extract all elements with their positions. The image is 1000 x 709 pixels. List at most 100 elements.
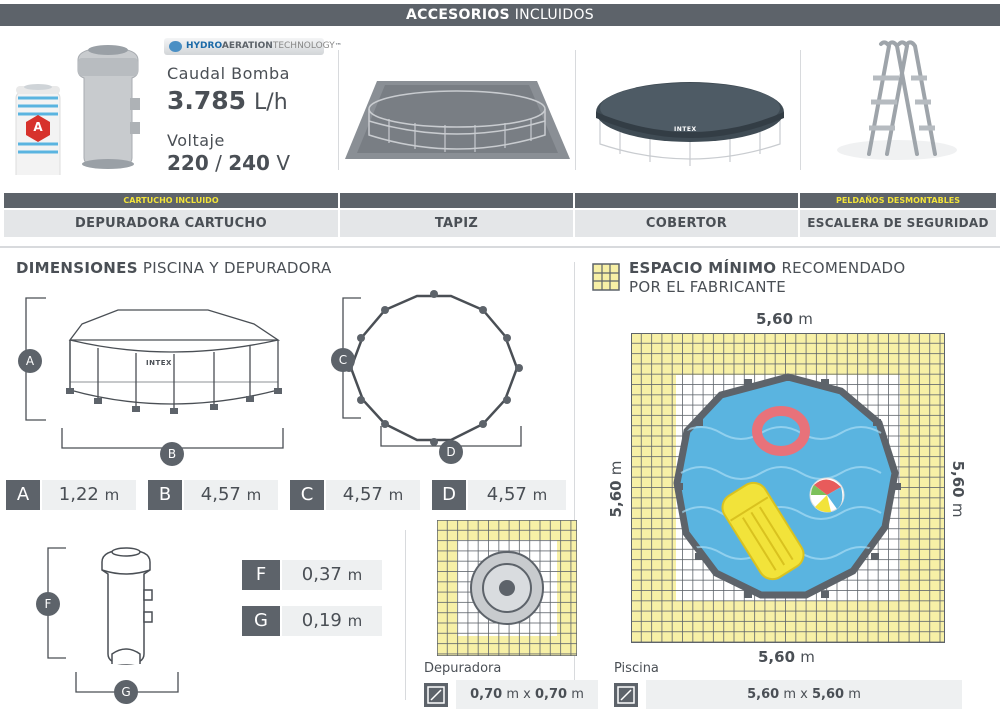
- flow-label: Caudal Bomba: [167, 64, 290, 83]
- logo-tm: ™: [334, 42, 342, 50]
- size-number: 5,60: [747, 687, 780, 702]
- dim-unit: m: [800, 648, 815, 666]
- dim-number: 0,19: [301, 610, 342, 631]
- ground-cloth-image: [345, 81, 570, 159]
- dim-letter: B: [148, 480, 182, 510]
- dim-number: 4,57: [200, 484, 241, 505]
- space-top-dimension: 5,60 m: [756, 310, 813, 328]
- accessory-name: DEPURADORA CARTUCHO: [4, 210, 338, 237]
- caption-strip: [340, 193, 573, 208]
- dim-letter: G: [242, 606, 280, 636]
- grid-icon: [592, 263, 620, 291]
- dim-unit: m: [246, 486, 262, 504]
- dim-letter: C: [290, 480, 324, 510]
- flow-value-line: 3.785 L/h: [167, 86, 288, 115]
- size-unit: m: [848, 687, 861, 702]
- accessory-name: ESCALERA DE SEGURIDAD: [800, 210, 996, 237]
- voltage-line: 220 / 240 V: [167, 151, 290, 175]
- pool-space-size: 5,60 m x 5,60 m: [646, 680, 962, 709]
- dim-number: 5,60: [607, 480, 625, 518]
- recommended-space-grid: [631, 333, 945, 643]
- pool-top-view: [342, 290, 523, 447]
- cartridge-letter: A: [33, 120, 43, 134]
- pump-space-grid: [437, 520, 577, 656]
- dim-unit: m: [798, 310, 813, 328]
- dim-number: 4,57: [486, 484, 527, 505]
- dim-value-f: 0,37 m: [282, 560, 382, 590]
- voltage-a: 220: [167, 151, 209, 175]
- pump-body-image: [77, 45, 140, 169]
- dim-unit: m: [347, 566, 363, 584]
- size-number: 5,60: [811, 687, 845, 702]
- size-times: x: [800, 687, 808, 702]
- dim-value-g: 0,19 m: [282, 606, 382, 636]
- size-unit: m: [571, 687, 584, 702]
- divider: [338, 50, 339, 170]
- pool-brand: INTEX: [146, 359, 172, 367]
- label-g: G: [114, 680, 138, 704]
- dim-unit: m: [347, 612, 363, 630]
- voltage-unit: V: [276, 151, 291, 175]
- pump-dimension-view: [47, 547, 179, 693]
- caption-strip: PELDAÑOS DESMONTABLES: [800, 193, 996, 208]
- dim-number: 0,37: [301, 564, 342, 585]
- accessory-name: COBERTOR: [575, 210, 798, 237]
- label-d: D: [439, 440, 463, 464]
- size-unit: m: [783, 687, 796, 702]
- space-right-dimension: 5,60 m: [949, 449, 967, 529]
- accessory-name: TAPIZ: [340, 210, 573, 237]
- section-divider: [0, 246, 1000, 248]
- size-number: 0,70: [534, 687, 568, 702]
- dim-letter: D: [432, 480, 466, 510]
- dim-number: 4,57: [342, 484, 383, 505]
- logo-word3: TECHNOLOGY: [272, 41, 335, 51]
- dim-number: 5,60: [756, 310, 794, 328]
- caption-strip: CARTUCHO INCLUIDO: [4, 193, 338, 208]
- resize-icon: [424, 683, 448, 707]
- label-b: B: [160, 442, 184, 466]
- space-bottom-dimension: 5,60 m: [758, 648, 815, 666]
- dim-value-a: 1,22 m: [42, 480, 136, 510]
- label-f: F: [36, 592, 60, 616]
- dimensions-title: DIMENSIONES PISCINA Y DEPURADORA: [16, 259, 332, 277]
- dim-number: 5,60: [949, 460, 967, 498]
- dimensions-title-rest: PISCINA Y DEPURADORA: [142, 259, 332, 277]
- dim-unit: m: [104, 486, 120, 504]
- logo-word2: AERATION: [221, 41, 273, 51]
- dim-unit: m: [607, 460, 625, 476]
- label-c: C: [331, 348, 355, 372]
- size-number: 0,70: [470, 687, 503, 702]
- size-unit: m: [506, 687, 519, 702]
- cover-brand: INTEX: [674, 126, 697, 133]
- banner-bold: ACCESORIOS: [406, 7, 510, 23]
- space-title: ESPACIO MÍNIMO RECOMENDADO POR EL FABRIC…: [629, 259, 905, 297]
- pool-space-label: Piscina: [614, 661, 659, 676]
- flow-value: 3.785: [167, 86, 247, 115]
- flow-unit: L/h: [254, 90, 288, 115]
- dim-unit: m: [949, 502, 967, 518]
- space-title-rest1: RECOMENDADO: [781, 259, 906, 277]
- label-a: A: [18, 349, 42, 373]
- accessories-banner: ACCESORIOS INCLUIDOS: [0, 4, 1000, 26]
- dim-unit: m: [388, 486, 404, 504]
- divider: [575, 50, 576, 170]
- caption-strip: [575, 193, 798, 208]
- banner-rest: INCLUIDOS: [514, 7, 594, 23]
- space-left-dimension: 5,60 m: [607, 449, 625, 529]
- dim-value-c: 4,57 m: [326, 480, 420, 510]
- resize-icon: [614, 683, 638, 707]
- size-times: x: [523, 687, 531, 702]
- divider: [800, 50, 801, 170]
- dim-unit: m: [532, 486, 548, 504]
- dim-number: 1,22: [58, 484, 99, 505]
- dimensions-title-bold: DIMENSIONES: [16, 259, 138, 277]
- hydro-aeration-logo: HYDROAERATIONTECHNOLOGY™: [164, 38, 342, 55]
- voltage-sep: /: [215, 151, 222, 175]
- dim-number: 5,60: [758, 648, 796, 666]
- water-drop-icon: [169, 41, 182, 52]
- divider: [405, 530, 406, 700]
- logo-word1: HYDRO: [186, 41, 222, 51]
- ladder-image: [837, 40, 957, 160]
- pump-illustration: [15, 45, 140, 175]
- voltage-label: Voltaje: [167, 131, 225, 150]
